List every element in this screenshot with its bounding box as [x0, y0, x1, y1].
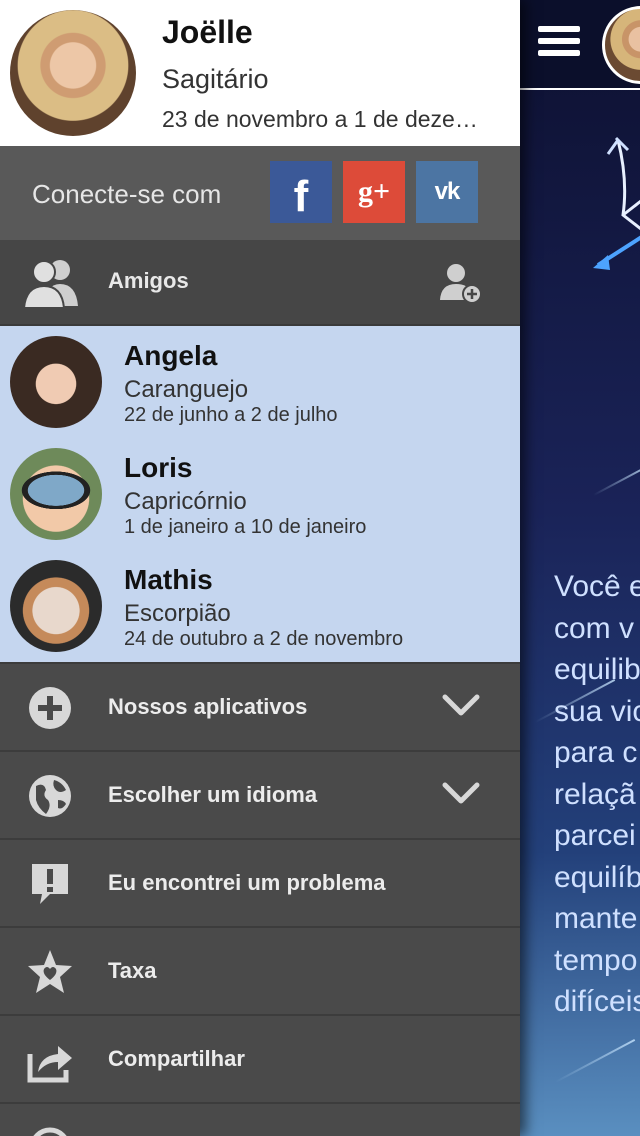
menu-item-our-apps[interactable]: Nossos aplicativos — [0, 662, 520, 750]
friends-header: Amigos — [0, 240, 520, 326]
friend-dates: 1 de janeiro a 10 de janeiro — [124, 516, 367, 538]
profile-name: Joëlle — [162, 14, 253, 50]
friend-item-angela[interactable]: Angela Caranguejo 22 de junho a 2 de jul… — [0, 326, 520, 438]
menu-label: Compartilhar — [108, 1046, 245, 1071]
menu-label: Taxa — [108, 958, 157, 983]
chevron-down-icon[interactable] — [442, 692, 480, 718]
connect-label: Conecte-se com — [32, 179, 222, 209]
navigation-drawer: Joëlle Sagitário 23 de novembro a 1 de d… — [0, 0, 520, 1136]
star-heart-icon — [28, 950, 72, 993]
main-panel: Você e com v equilib sua vic para c rela… — [520, 0, 640, 1136]
main-header — [520, 0, 640, 90]
menu-icon[interactable] — [538, 26, 580, 62]
google-plus-button[interactable]: g+ — [343, 161, 405, 223]
friend-sign: Caranguejo — [124, 376, 249, 403]
profile-dates: 23 de novembro a 1 de deze… — [162, 106, 478, 132]
horoscope-text: Você e com v equilib sua vic para c rela… — [554, 570, 640, 1018]
friend-item-mathis[interactable]: Mathis Escorpião 24 de outubro a 2 de no… — [0, 550, 520, 662]
menu-item-rate[interactable]: Taxa — [0, 926, 520, 1014]
sagittarius-icon — [593, 136, 640, 270]
globe-icon — [29, 775, 71, 817]
friend-item-loris[interactable]: Loris Capricórnio 1 de janeiro a 10 de j… — [0, 438, 520, 550]
facebook-button[interactable]: f — [270, 161, 332, 223]
profile-header[interactable]: Joëlle Sagitário 23 de novembro a 1 de d… — [0, 0, 520, 146]
friends-list: Angela Caranguejo 22 de junho a 2 de jul… — [0, 326, 520, 662]
friend-name: Loris — [124, 452, 193, 483]
menu-item-partial[interactable] — [0, 1102, 520, 1136]
alert-bubble-icon — [32, 864, 68, 904]
menu-label: Nossos aplicativos — [108, 694, 308, 719]
avatar — [10, 560, 102, 652]
avatar — [10, 448, 102, 540]
search-icon — [33, 1127, 67, 1136]
menu-item-choose-language[interactable]: Escolher um idioma — [0, 750, 520, 838]
facebook-icon: f — [293, 172, 309, 221]
avatar — [10, 336, 102, 428]
friends-icon — [22, 260, 78, 308]
plus-circle-icon — [29, 687, 71, 729]
menu-label: Eu encontrei um problema — [108, 870, 386, 895]
profile-sign: Sagitário — [162, 64, 269, 94]
chevron-down-icon[interactable] — [442, 780, 480, 806]
friends-label: Amigos — [108, 268, 189, 293]
vk-button[interactable]: vk — [416, 161, 478, 223]
vk-icon: vk — [434, 178, 461, 205]
add-friend-icon[interactable] — [438, 262, 484, 304]
menu-item-share[interactable]: Compartilhar — [0, 1014, 520, 1102]
google-plus-icon: g+ — [357, 175, 391, 208]
friend-dates: 24 de outubro a 2 de novembro — [124, 628, 404, 650]
connect-bar: Conecte-se com f g+ vk — [0, 146, 520, 240]
friend-dates: 22 de junho a 2 de julho — [124, 404, 338, 426]
friend-sign: Capricórnio — [124, 488, 247, 515]
friend-sign: Escorpião — [124, 600, 231, 627]
friend-name: Mathis — [124, 564, 213, 595]
profile-avatar[interactable] — [10, 10, 136, 136]
share-icon — [27, 1046, 72, 1083]
menu-item-report-problem[interactable]: Eu encontrei um problema — [0, 838, 520, 926]
menu-label: Escolher um idioma — [108, 782, 318, 807]
friend-name: Angela — [124, 340, 218, 371]
user-avatar[interactable] — [602, 6, 640, 84]
